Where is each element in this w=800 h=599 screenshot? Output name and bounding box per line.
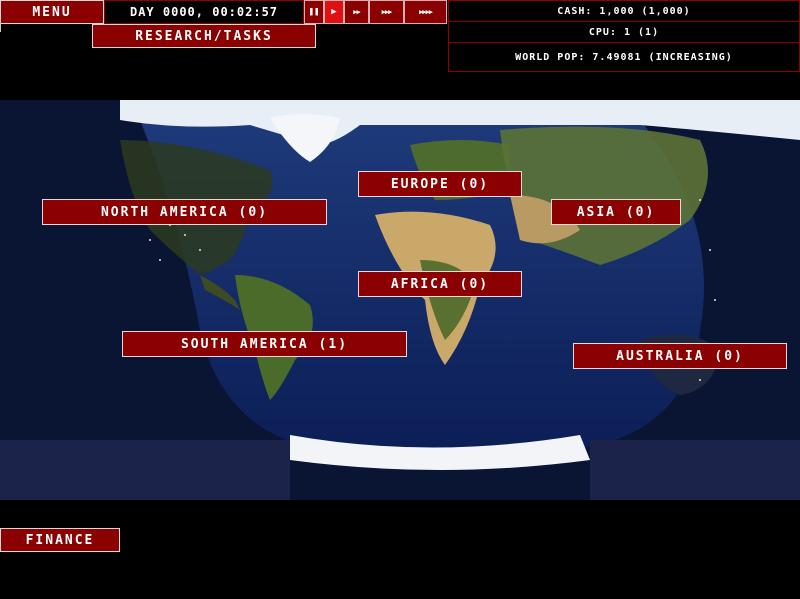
faster-forward-icon[interactable]: ▶▶▶ [369, 0, 404, 24]
south-night-band [0, 440, 290, 500]
cpu-text: CPU: 1 (1) [588, 26, 660, 38]
day-time-display: DAY 0000, 00:02:57 [104, 0, 304, 24]
world-pop-text: WORLD POP: 7.49081 (increasing) [515, 51, 733, 63]
finance-button[interactable]: Finance [0, 528, 120, 552]
finance-label: Finance [25, 532, 95, 548]
region-australia-label: Australia (0) [616, 348, 744, 364]
region-europe-button[interactable]: Europe (0) [358, 171, 522, 197]
region-australia-button[interactable]: Australia (0) [573, 343, 787, 369]
cash-text: CASH: 1,000 (1,000) [557, 5, 691, 17]
pause-icon[interactable]: ❚❚ [304, 0, 324, 24]
research-tasks-button[interactable]: Research/Tasks [92, 24, 316, 48]
play-icon[interactable]: ▶ [324, 0, 344, 24]
region-africa-button[interactable]: Africa (0) [358, 271, 522, 297]
region-asia-label: Asia (0) [576, 204, 656, 220]
region-north-america-button[interactable]: North America (0) [42, 199, 327, 225]
cash-display: CASH: 1,000 (1,000) [448, 0, 800, 22]
fastest-forward-icon[interactable]: ▶▶▶▶ [404, 0, 447, 24]
region-africa-label: Africa (0) [390, 276, 490, 292]
left-edge-marker [0, 22, 1, 32]
cpu-display: CPU: 1 (1) [448, 21, 800, 43]
region-south-america-label: South America (1) [180, 336, 349, 352]
research-tasks-label: Research/Tasks [135, 28, 273, 44]
world-map [0, 100, 800, 500]
menu-button[interactable]: Menu [0, 0, 104, 24]
region-europe-label: Europe (0) [390, 176, 490, 192]
day-time-text: DAY 0000, 00:02:57 [129, 5, 279, 19]
menu-button-label: Menu [32, 4, 72, 20]
region-asia-button[interactable]: Asia (0) [551, 199, 681, 225]
world-pop-display: WORLD POP: 7.49081 (increasing) [448, 42, 800, 72]
fast-forward-icon[interactable]: ▶▶ [344, 0, 369, 24]
region-south-america-button[interactable]: South America (1) [122, 331, 407, 357]
south-night-band-right [590, 440, 800, 500]
region-north-america-label: North America (0) [100, 204, 269, 220]
